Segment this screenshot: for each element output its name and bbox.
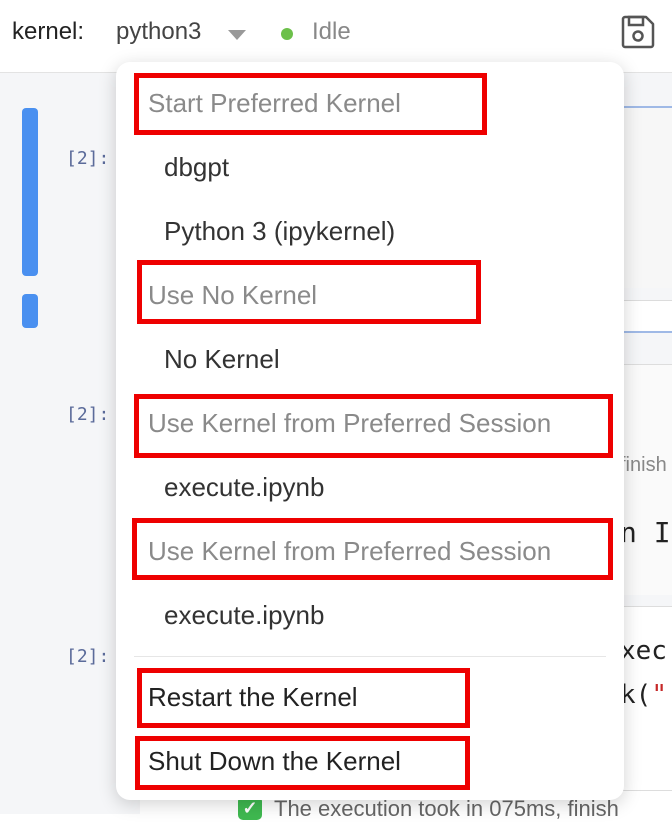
menu-separator xyxy=(134,656,606,657)
code-text: xec xyxy=(620,636,667,666)
kernel-label: kernel: xyxy=(12,18,85,45)
cell-selection-bar[interactable] xyxy=(22,294,38,328)
highlight-box xyxy=(137,668,470,728)
highlight-box xyxy=(135,736,470,790)
menu-item-session-execute[interactable]: execute.ipynb xyxy=(164,472,324,503)
highlight-box xyxy=(134,394,613,458)
menu-item-session-execute[interactable]: execute.ipynb xyxy=(164,600,324,631)
kernel-status: Idle xyxy=(312,18,351,45)
menu-item-python3-ipykernel[interactable]: Python 3 (ipykernel) xyxy=(164,216,395,247)
highlight-box xyxy=(134,73,487,135)
highlight-box xyxy=(132,518,613,580)
menu-item-dbgpt[interactable]: dbgpt xyxy=(164,152,229,183)
status-dot-icon xyxy=(281,28,293,40)
cell-selection-bar[interactable] xyxy=(22,108,38,276)
cell-prompt: [2]: xyxy=(66,404,110,425)
code-string-token: " xyxy=(651,680,667,710)
highlight-box xyxy=(137,260,481,324)
menu-item-no-kernel[interactable]: No Kernel xyxy=(164,344,280,375)
save-icon[interactable] xyxy=(620,14,656,50)
output-text: finish xyxy=(620,454,667,476)
code-text: n IF xyxy=(620,516,672,549)
chevron-down-icon[interactable] xyxy=(228,30,246,40)
kernel-selector[interactable]: python3 xyxy=(116,18,201,46)
cell-prompt: [2]: xyxy=(66,646,110,667)
code-text: k(" xyxy=(620,680,667,710)
cell-prompt: [2]: xyxy=(66,148,110,169)
code-token: k( xyxy=(620,680,652,710)
